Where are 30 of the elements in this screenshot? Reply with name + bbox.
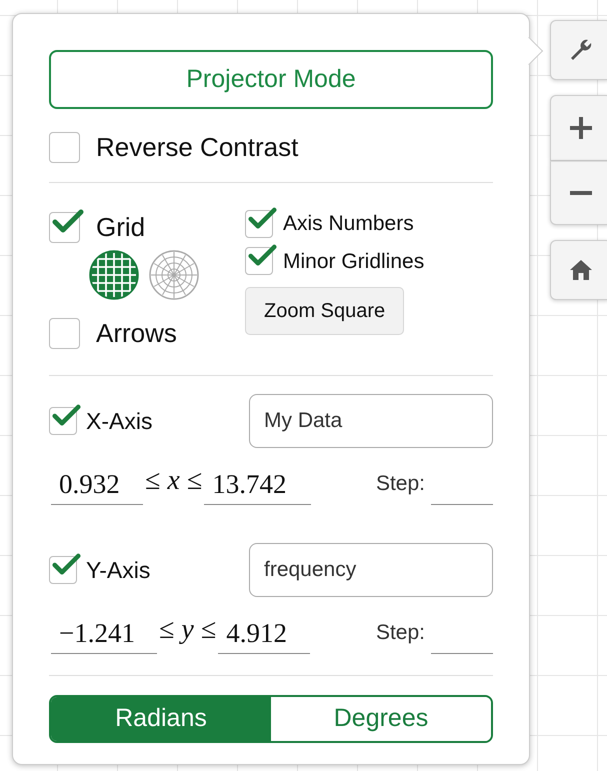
checkbox[interactable]: [49, 318, 80, 349]
zoom-square-button[interactable]: Zoom Square: [245, 287, 404, 335]
checkbox[interactable]: [49, 132, 80, 163]
axis-label-field[interactable]: frequency: [249, 543, 493, 597]
label: Grid: [96, 211, 146, 244]
zoom-in-icon: [570, 117, 592, 139]
inequality: ≤ y ≤: [158, 613, 218, 647]
max-value-field[interactable]: 13.742: [204, 470, 312, 505]
zoom-in-button[interactable]: [550, 95, 607, 161]
label: Axis Numbers: [283, 211, 414, 237]
angle-mode-tab[interactable]: Radians: [51, 697, 271, 741]
inequality: ≤ x ≤: [144, 464, 204, 498]
cartesian-grid-icon[interactable]: [89, 250, 139, 300]
step-label: Step:: [376, 620, 425, 646]
settings-wrench-button[interactable]: [550, 20, 607, 80]
label: Reverse Contrast: [96, 131, 298, 164]
axis-label-field[interactable]: My Data: [249, 394, 493, 448]
zoom-out-button[interactable]: [550, 161, 607, 225]
min-value-field[interactable]: −1.241: [51, 619, 157, 654]
home-button[interactable]: [550, 240, 607, 300]
min-value-field[interactable]: 0.932: [51, 470, 143, 505]
zoom-out-icon: [570, 191, 592, 195]
home-icon: [569, 259, 593, 281]
label: Arrows: [96, 317, 177, 350]
label: X-Axis: [86, 406, 152, 436]
projector-mode-button[interactable]: Projector Mode: [49, 50, 493, 109]
step-label: Step:: [376, 470, 425, 496]
label: Y-Axis: [86, 556, 150, 585]
max-value-field[interactable]: 4.912: [218, 619, 310, 654]
label: Minor Gridlines: [283, 248, 424, 274]
